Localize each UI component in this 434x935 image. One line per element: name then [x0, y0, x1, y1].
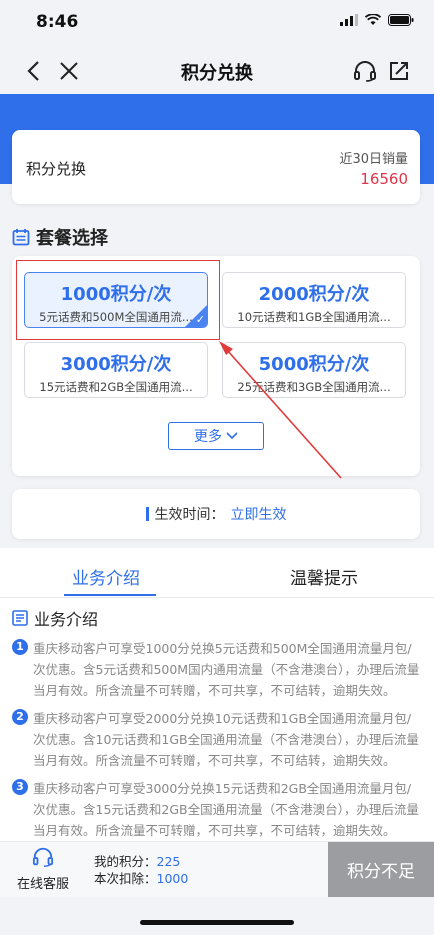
- bottom-action-bar: 在线客服 我的积分：225 本次扣除：1000 积分不足: [0, 841, 434, 897]
- intro-heading: 业务介绍: [12, 606, 98, 630]
- number-badge-icon: 1: [12, 639, 28, 655]
- intro-item: 2 重庆移动客户可享受2000分兑换10元话费和1GB全国通用流量月包/次优惠。…: [12, 708, 422, 771]
- effective-time-card: 生效时间： 立即生效: [12, 489, 420, 539]
- submit-button[interactable]: 积分不足: [328, 842, 434, 897]
- deduct-label: 本次扣除：: [94, 871, 157, 886]
- points-summary: 我的积分：225 本次扣除：1000: [94, 853, 188, 887]
- number-badge-icon: 2: [12, 709, 28, 725]
- home-indicator: [140, 920, 294, 925]
- tab-tips[interactable]: 温馨提示: [290, 564, 358, 589]
- headset-icon: [32, 847, 54, 867]
- deduct-value: 1000: [156, 871, 189, 886]
- effective-time-value: 立即生效: [230, 507, 287, 523]
- intro-item-text: 重庆移动客户可享受2000分兑换10元话费和1GB全国通用流量月包/次优惠。含1…: [33, 711, 419, 768]
- document-icon: [12, 610, 28, 626]
- my-points-row: 我的积分：225: [94, 853, 188, 870]
- active-tab-indicator: [64, 594, 156, 596]
- intro-item-text: 重庆移动客户可享受1000分兑换5元话费和500M全国通用流量月包/次优惠。含5…: [33, 641, 420, 698]
- tabs-area: 业务介绍 温馨提示 业务介绍 1 重庆移动客户可享受1000分兑换5元话费和50…: [0, 548, 434, 848]
- online-service-label: 在线客服: [16, 877, 69, 892]
- intro-item-text: 重庆移动客户可享受3000分兑换15元话费和2GB全国通用流量月包/次优惠。含1…: [33, 781, 419, 838]
- intro-item: 3 重庆移动客户可享受3000分兑换15元话费和2GB全国通用流量月包/次优惠。…: [12, 778, 422, 841]
- tab-business-intro[interactable]: 业务介绍: [72, 564, 140, 589]
- online-service-button[interactable]: 在线客服: [8, 846, 78, 892]
- intro-item: 1 重庆移动客户可享受1000分兑换5元话费和500M全国通用流量月包/次优惠。…: [12, 638, 422, 701]
- number-badge-icon: 3: [12, 779, 28, 795]
- my-points-label: 我的积分：: [94, 854, 157, 869]
- my-points-value: 225: [156, 854, 181, 869]
- intro-title: 业务介绍: [34, 610, 99, 629]
- tabs-divider: [0, 597, 434, 598]
- effective-time-label: 生效时间：: [154, 507, 225, 523]
- deduct-row: 本次扣除：1000: [94, 870, 188, 887]
- effective-accent-bar: [145, 507, 149, 521]
